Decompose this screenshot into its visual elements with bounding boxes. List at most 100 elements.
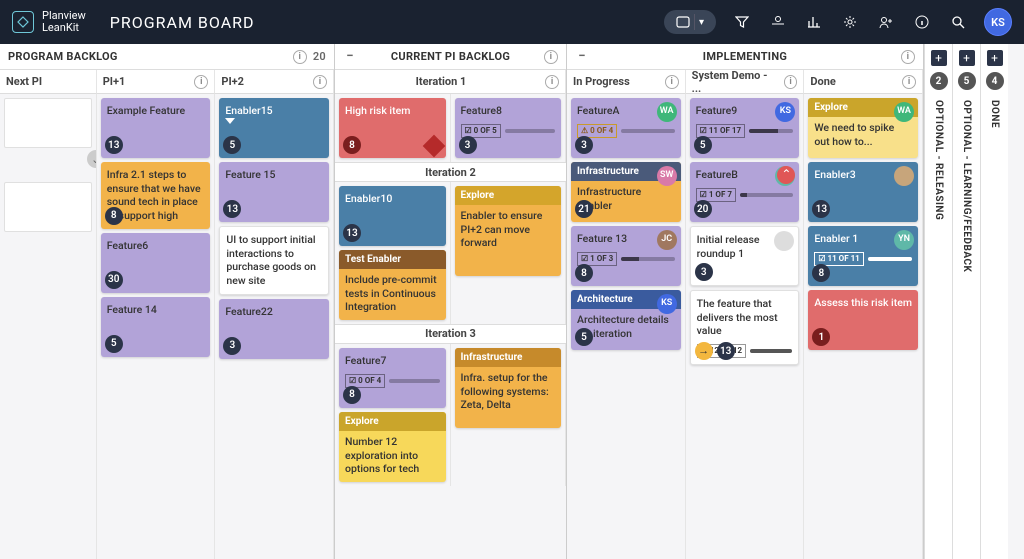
card-enabler15[interactable]: Enabler155: [219, 98, 329, 158]
lane-iter3-left[interactable]: Feature7☑0 OF 48 ExploreNumber 12 explor…: [335, 344, 451, 486]
card-explore-spike[interactable]: ExploreWe need to spike out how to...WA: [808, 98, 918, 158]
plus-icon[interactable]: +: [931, 50, 947, 66]
topbar-actions: ▾ KS: [664, 8, 1012, 36]
placeholder-card[interactable]: [4, 182, 92, 232]
info-icon[interactable]: i: [313, 75, 327, 89]
lane-header-system-demo[interactable]: System Demo - ...i: [686, 70, 805, 94]
card-assess-risk[interactable]: Assess this risk item1: [808, 290, 918, 350]
lane-pi1[interactable]: Example Feature13 Infra 2.1 steps to ens…: [97, 94, 216, 559]
section-title: CURRENT PI BACKLOG: [391, 50, 510, 63]
card-featureA[interactable]: FeatureAWA⚠0 OF 43: [571, 98, 681, 158]
card-feature22[interactable]: Feature223: [219, 299, 329, 359]
lane-count: 4: [986, 72, 1004, 90]
logo-icon: [12, 11, 34, 33]
lane-header-pi2[interactable]: PI+2i: [215, 70, 334, 94]
lane-iter1-right[interactable]: Feature8☑0 OF 53: [451, 94, 567, 162]
section-backlog: PROGRAM BACKLOG i 20 Next PI PI+1i PI+2i…: [0, 44, 335, 559]
card-infra-enabler[interactable]: InfrastructureInfrastructure enablerSW21: [571, 162, 681, 222]
lane-iter1-left[interactable]: High risk item8: [335, 94, 451, 162]
card-explore12[interactable]: ExploreNumber 12 exploration into option…: [339, 412, 446, 482]
lane-iter2-left[interactable]: Enabler1013 Test EnablerInclude pre-comm…: [335, 182, 451, 324]
info-icon[interactable]: i: [293, 50, 307, 64]
info-icon[interactable]: i: [901, 50, 915, 64]
card-enabler10[interactable]: Enabler1013: [339, 186, 446, 246]
lane-header-iter3[interactable]: Iteration 3: [335, 324, 566, 344]
info-icon[interactable]: i: [544, 50, 558, 64]
card-infra21[interactable]: Infra 2.1 steps to ensure that we have s…: [101, 162, 211, 229]
card-ui-support[interactable]: UI to support initial interactions to pu…: [219, 226, 329, 295]
topbar: Planview LeanKit PROGRAM BOARD ▾ KS: [0, 0, 1024, 44]
card-featureB[interactable]: FeatureBYN☑1 OF 720⌃: [690, 162, 800, 222]
card-feature6[interactable]: Feature630: [101, 233, 211, 293]
subproduct-name: LeanKit: [42, 22, 86, 34]
card-high-risk[interactable]: High risk item8: [339, 98, 446, 158]
card-enabler1[interactable]: Enabler 1YN☑11 OF 118: [808, 226, 918, 286]
lane-header-next-pi[interactable]: Next PI: [0, 70, 97, 94]
collapsed-label: OPTIONAL - RELEASING: [933, 100, 944, 220]
lane-iter2-right[interactable]: ExploreEnabler to ensure PI+2 can move f…: [451, 182, 567, 324]
card-test-enabler[interactable]: Test EnablerInclude pre-commit tests in …: [339, 250, 446, 320]
card-explore-pi2[interactable]: ExploreEnabler to ensure PI+2 can move f…: [455, 186, 562, 276]
card-infra-setup[interactable]: InfrastructureInfra. setup for the follo…: [455, 348, 562, 428]
lane-header-iter1[interactable]: Iteration 1i: [335, 70, 566, 94]
info-icon[interactable]: i: [665, 75, 679, 89]
lane-header-iter2[interactable]: Iteration 2: [335, 162, 566, 182]
section-header-backlog: PROGRAM BACKLOG i 20: [0, 44, 334, 70]
avatar: [894, 166, 914, 186]
collapse-icon[interactable]: −: [343, 50, 357, 64]
card-feature9[interactable]: Feature9KS☑11 OF 175: [690, 98, 800, 158]
warning-icon: [422, 135, 445, 158]
info-icon[interactable]: i: [784, 75, 797, 89]
plus-icon[interactable]: +: [987, 50, 1003, 66]
card-initial-release[interactable]: Initial release roundup 13: [690, 226, 800, 286]
card-feature15[interactable]: Feature 1513: [219, 162, 329, 222]
lane-done[interactable]: ExploreWe need to spike out how to...WA …: [804, 94, 923, 559]
card-feature14[interactable]: Feature 145: [101, 297, 211, 357]
placeholder-card[interactable]: [4, 98, 92, 148]
collapsed-lane-learning[interactable]: + 5 OPTIONAL - LEARNING/FEEDBACK: [952, 44, 980, 559]
card-example-feature[interactable]: Example Feature13: [101, 98, 211, 158]
info-icon[interactable]: [912, 12, 932, 32]
arrow-right-icon[interactable]: →: [695, 342, 713, 360]
add-user-icon[interactable]: [876, 12, 896, 32]
lane-count: 2: [930, 72, 948, 90]
lane-header-in-progress[interactable]: In Progressi: [567, 70, 686, 94]
chevron-down-icon[interactable]: ⌄: [87, 150, 97, 168]
card-feature8[interactable]: Feature8☑0 OF 53: [455, 98, 562, 158]
settings-icon[interactable]: [840, 12, 860, 32]
card-architecture[interactable]: ArchitectureArchitecture details for ite…: [571, 290, 681, 350]
collapsed-lane-releasing[interactable]: + 2 OPTIONAL - RELEASING: [924, 44, 952, 559]
card-feature13[interactable]: Feature 13JC☑1 OF 38: [571, 226, 681, 286]
card-enabler3[interactable]: Enabler313: [808, 162, 918, 222]
board: PROGRAM BACKLOG i 20 Next PI PI+1i PI+2i…: [0, 44, 1024, 559]
section-current: − CURRENT PI BACKLOG i Iteration 1i High…: [335, 44, 567, 559]
collapsed-label: DONE: [989, 100, 1000, 128]
section-implementing: − IMPLEMENTING i In Progressi System Dem…: [567, 44, 924, 559]
section-title: IMPLEMENTING: [703, 50, 787, 63]
filter-icon[interactable]: [732, 12, 752, 32]
lane-next-pi[interactable]: ⌄: [0, 94, 97, 559]
info-icon[interactable]: i: [194, 75, 208, 89]
page-title: PROGRAM BOARD: [110, 13, 255, 32]
lane-system-demo[interactable]: Feature9KS☑11 OF 175 FeatureBYN☑1 OF 720…: [686, 94, 805, 559]
chevron-down-icon[interactable]: [225, 118, 235, 124]
plus-icon[interactable]: +: [959, 50, 975, 66]
info-icon[interactable]: i: [545, 75, 559, 89]
lane-pi2[interactable]: Enabler155 Feature 1513 UI to support in…: [215, 94, 334, 559]
lane-header-pi1[interactable]: PI+1i: [97, 70, 216, 94]
metrics-icon[interactable]: [804, 12, 824, 32]
card-feature7[interactable]: Feature7☑0 OF 48: [339, 348, 446, 408]
sort-icon[interactable]: [768, 12, 788, 32]
card-mode-button[interactable]: ▾: [664, 10, 716, 34]
search-icon[interactable]: [948, 12, 968, 32]
user-avatar[interactable]: KS: [984, 8, 1012, 36]
info-icon[interactable]: i: [902, 75, 916, 89]
collapsed-lane-done[interactable]: + 4 DONE: [980, 44, 1008, 559]
lane-iter3-right[interactable]: InfrastructureInfra. setup for the follo…: [451, 344, 567, 486]
lane-in-progress[interactable]: FeatureAWA⚠0 OF 43 InfrastructureInfrast…: [567, 94, 686, 559]
logo: Planview LeanKit: [12, 10, 86, 34]
card-most-value[interactable]: The feature that delivers the most value…: [690, 290, 800, 365]
collapse-icon[interactable]: −: [575, 50, 589, 64]
lane-header-done[interactable]: Donei: [804, 70, 923, 94]
section-title: PROGRAM BACKLOG: [8, 50, 118, 63]
